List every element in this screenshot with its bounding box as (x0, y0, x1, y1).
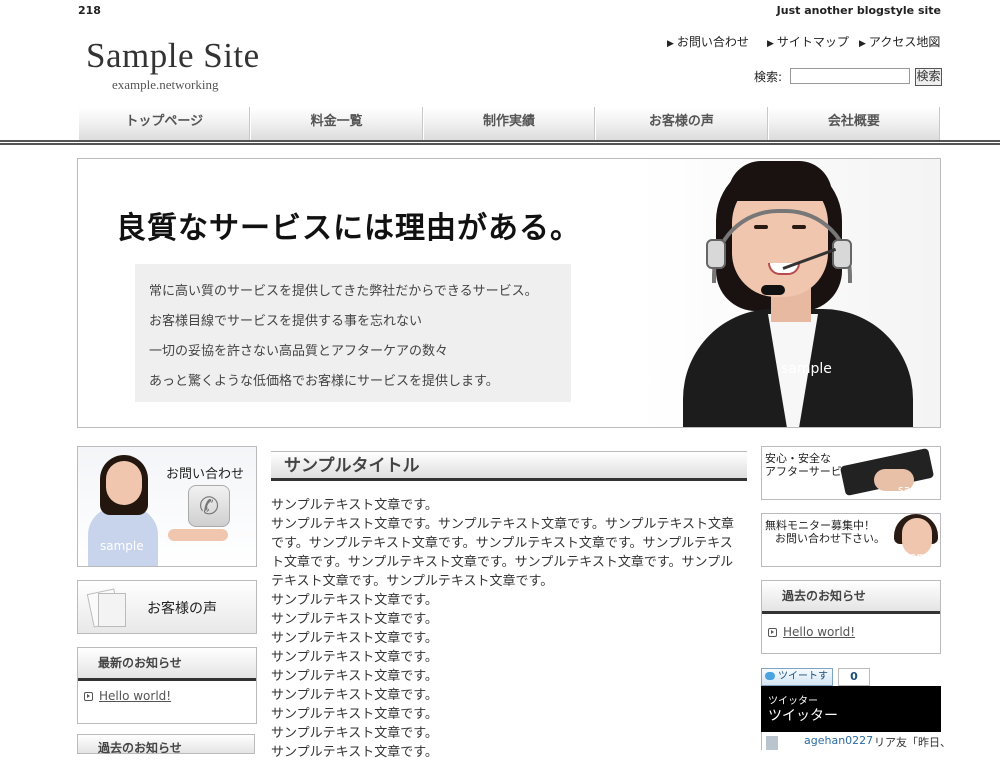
site-tagline: Just another blogstyle site (776, 4, 941, 17)
search-label: 検索: (754, 70, 783, 84)
past-news-title: 過去のお知らせ (762, 581, 940, 614)
arrow-bullet-icon (84, 692, 93, 701)
recent-news-title: 最新のお知らせ (78, 648, 256, 681)
monitor-banner[interactable]: 無料モニター募集中！ お問い合わせ下さい。 sample (761, 513, 941, 567)
main-paragraph: サンプルテキスト文章です。 (271, 650, 438, 665)
tweet-count: 0 (838, 668, 870, 686)
past-news-widget: 過去のお知らせ Hello world! (761, 580, 941, 654)
recent-news-link[interactable]: Hello world! (99, 689, 171, 703)
util-link-access-label: アクセス地図 (868, 35, 941, 49)
triangle-right-icon: ▶ (667, 39, 674, 49)
search-input[interactable] (790, 68, 910, 84)
monitor-line1: 無料モニター募集中！ (765, 519, 875, 532)
util-link-access[interactable]: ▶ アクセス地図 (859, 33, 940, 50)
contact-sample-watermark: sample (100, 539, 144, 553)
contact-person-body (88, 507, 158, 566)
avatar (766, 736, 778, 750)
hero-line: 一切の妥協を許さない高品質とアフターケアの数々 (149, 344, 449, 359)
main-paragraph: サンプルテキスト文章です。 (271, 669, 438, 684)
recent-news-list: Hello world! (78, 681, 256, 723)
nav-item-top[interactable]: トップページ (78, 107, 251, 140)
contact-banner[interactable]: お問い合わせ ✆ sample (77, 446, 257, 567)
contact-person-face (106, 461, 142, 505)
tweet-user[interactable]: agehan0227 (804, 734, 873, 747)
headset-earpiece (706, 239, 726, 269)
util-link-contact-label: お問い合わせ (676, 35, 749, 49)
after-service-sample: sample (898, 483, 938, 496)
tweet-button[interactable]: ツイートする (761, 668, 833, 698)
after-service-line1: 安心・安全な (765, 452, 831, 465)
after-service-banner[interactable]: 安心・安全な アフターサービス sample (761, 446, 941, 500)
main-paragraph: サンプルテキスト文章です。 (271, 726, 438, 741)
monitor-text: 無料モニター募集中！ お問い合わせ下さい。 (765, 519, 885, 545)
site-logo-subtitle: example.networking (112, 77, 219, 92)
util-link-contact[interactable]: ▶ お問い合わせ (667, 33, 749, 50)
main-paragraph: サンプルテキスト文章です。 (271, 745, 438, 760)
main-paragraph: サンプルテキスト文章です。 (271, 631, 438, 646)
nav-item-company[interactable]: 会社概要 (767, 107, 941, 140)
triangle-right-icon: ▶ (767, 39, 774, 49)
phone-icon: ✆ (188, 485, 230, 527)
hero-line: 常に高い質のサービスを提供してきた弊社だからできるサービス。 (149, 284, 538, 299)
nav-item-voice[interactable]: お客様の声 (595, 107, 768, 140)
hero-line: お客様目線でサービスを提供する事を忘れない (149, 314, 423, 329)
util-link-sitemap-label: サイトマップ (776, 35, 849, 49)
headset-mic (761, 285, 785, 295)
search-button[interactable]: 検索 (915, 68, 942, 86)
main-paragraph: サンプルテキスト文章です。 (271, 593, 438, 608)
after-service-text: 安心・安全な アフターサービス (765, 452, 853, 478)
site-logo-title[interactable]: Sample Site (86, 36, 260, 76)
past-news-widget-left: 過去のお知らせ (77, 734, 255, 755)
twitter-bird-icon (765, 672, 775, 680)
main-paragraph: サンプルテキスト文章です。 (271, 707, 438, 722)
hero-person-fringe (728, 161, 832, 201)
document-icon (98, 593, 126, 627)
nav-item-works[interactable]: 制作実績 (422, 107, 596, 140)
customer-voice-title: お客様の声 (147, 601, 217, 617)
contact-person-hand (168, 529, 228, 541)
main-title: サンプルタイトル (271, 451, 747, 481)
hero-headline: 良質なサービスには理由がある。 (116, 211, 581, 246)
contact-banner-title: お問い合わせ (166, 467, 245, 482)
past-news-list: Hello world! (762, 614, 940, 653)
monitor-line2: お問い合わせ下さい。 (775, 532, 885, 545)
recent-news-widget: 最新のお知らせ Hello world! (77, 647, 257, 724)
main-paragraph: サンプルテキスト文章です。サンプルテキスト文章です。サンプルテキスト文章です。サ… (271, 517, 735, 589)
main-paragraph: サンプルテキスト文章です。 (271, 688, 438, 703)
past-news-link[interactable]: Hello world! (783, 625, 855, 639)
nav-divider (0, 143, 1000, 145)
headset-earpiece (832, 239, 852, 269)
main-body: サンプルテキスト文章です。 サンプルテキスト文章です。サンプルテキスト文章です。… (271, 496, 741, 762)
hero-sample-watermark: sample (781, 361, 832, 377)
twitter-widget-title: ツイッター (768, 708, 838, 724)
util-link-sitemap[interactable]: ▶ サイトマップ (767, 33, 849, 50)
hero-banner: 良質なサービスには理由がある。 常に高い質のサービスを提供してきた弊社だからでき… (77, 158, 941, 428)
global-nav: トップページ 料金一覧 制作実績 お客様の声 会社概要 (78, 107, 941, 140)
customer-voice-banner[interactable]: お客様の声 (77, 580, 257, 634)
triangle-right-icon: ▶ (859, 39, 866, 49)
main-paragraph: サンプルテキスト文章です。 (271, 498, 438, 513)
nav-divider (0, 140, 1000, 142)
tweet-row: agehan0227 リア友「昨日、 (761, 732, 951, 750)
nav-item-pricing[interactable]: 料金一覧 (250, 107, 423, 140)
after-service-line2: アフターサービス (765, 465, 853, 478)
twitter-widget: ツイッター ツイッター agehan0227 リア友「昨日、 (761, 686, 951, 750)
site-number: 218 (78, 4, 101, 17)
arrow-bullet-icon (768, 628, 777, 637)
monitor-sample: sample (904, 550, 941, 563)
hero-line: あっと驚くような低価格でお客様にサービスを提供します。 (149, 374, 499, 389)
tweet-text: リア友「昨日、 (874, 736, 951, 749)
hero-text-box: 常に高い質のサービスを提供してきた弊社だからできるサービス。 お客様目線でサービ… (135, 264, 571, 402)
main-paragraph: サンプルテキスト文章です。 (271, 612, 438, 627)
